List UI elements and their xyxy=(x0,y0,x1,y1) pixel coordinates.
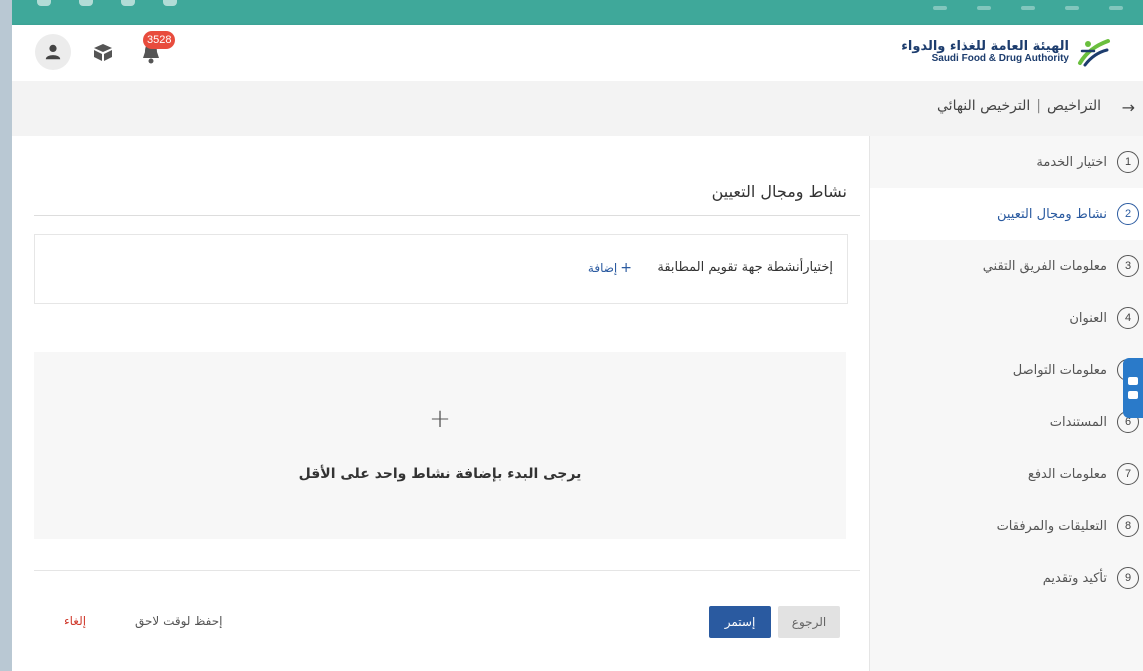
header: 3528 الهيئة العامة للغذاء والدواء Saudi … xyxy=(12,25,1143,82)
step-5[interactable]: 5 معلومات التواصل xyxy=(870,344,1143,396)
social-link-icon[interactable] xyxy=(79,0,93,6)
social-link-icon[interactable] xyxy=(37,0,51,6)
social-link-icon[interactable] xyxy=(121,0,135,6)
add-activity-button[interactable]: +إضافة xyxy=(588,260,632,276)
logo-arabic-text: الهيئة العامة للغذاء والدواء xyxy=(901,38,1069,54)
top-link[interactable] xyxy=(933,6,947,10)
divider xyxy=(34,570,860,571)
breadcrumb-bar: → التراخيص | الترخيص النهائي xyxy=(12,81,1143,137)
step-6[interactable]: 6 المستندات xyxy=(870,396,1143,448)
social-link-icon[interactable] xyxy=(163,0,177,6)
cancel-link[interactable]: إلغاء xyxy=(64,614,86,628)
empty-activities-panel[interactable]: + يرجى البدء بإضافة نشاط واحد على الأقل xyxy=(34,352,846,539)
accessibility-widget[interactable] xyxy=(1123,358,1143,418)
steps-sidebar: 1 اختيار الخدمة 2 نشاط ومجال التعيين 3 م… xyxy=(869,136,1143,671)
add-activity-label: إضافة xyxy=(587,261,618,275)
page: 3528 الهيئة العامة للغذاء والدواء Saudi … xyxy=(12,0,1143,671)
breadcrumb: التراخيص | الترخيص النهائي xyxy=(937,98,1101,114)
activity-label: إختيارأنشطة جهة تقويم المطابقة xyxy=(657,260,833,275)
activity-selector: إختيارأنشطة جهة تقويم المطابقة +إضافة xyxy=(34,234,848,304)
user-menu-button[interactable] xyxy=(35,34,71,70)
top-link[interactable] xyxy=(1109,6,1123,10)
top-link[interactable] xyxy=(1021,6,1035,10)
logo-english-text: Saudi Food & Drug Authority xyxy=(931,52,1069,64)
user-icon xyxy=(45,44,61,60)
step-2[interactable]: 2 نشاط ومجال التعيين xyxy=(870,188,1143,240)
section-title: نشاط ومجال التعيين xyxy=(711,182,847,201)
step-9[interactable]: 9 تأكيد وتقديم xyxy=(870,552,1143,604)
breadcrumb-item[interactable]: التراخيص xyxy=(1047,98,1101,114)
back-button[interactable]: الرجوع xyxy=(778,606,840,638)
sfda-logo[interactable]: الهيئة العامة للغذاء والدواء Saudi Food … xyxy=(901,37,1111,67)
accessibility-icon xyxy=(1128,377,1138,385)
save-later-link[interactable]: إحفظ لوقت لاحق xyxy=(135,614,223,628)
box-icon[interactable] xyxy=(92,42,114,62)
top-link[interactable] xyxy=(977,6,991,10)
main-content: نشاط ومجال التعيين إختيارأنشطة جهة تقويم… xyxy=(12,136,870,671)
back-arrow-icon[interactable]: → xyxy=(1122,98,1135,117)
empty-state-message: يرجى البدء بإضافة نشاط واحد على الأقل xyxy=(298,466,582,482)
step-4[interactable]: 4 العنوان xyxy=(870,292,1143,344)
cart-icon xyxy=(1128,391,1138,399)
step-7[interactable]: 7 معلومات الدفع xyxy=(870,448,1143,500)
plus-icon[interactable]: + xyxy=(34,404,846,434)
breadcrumb-separator: | xyxy=(1036,98,1041,114)
top-link[interactable] xyxy=(1065,6,1079,10)
divider xyxy=(34,215,860,216)
plus-icon: + xyxy=(620,260,632,276)
top-bar xyxy=(12,0,1143,25)
step-3[interactable]: 3 معلومات الفريق التقني xyxy=(870,240,1143,292)
notification-badge: 3528 xyxy=(143,31,176,49)
step-8[interactable]: 8 التعليقات والمرفقات xyxy=(870,500,1143,552)
step-1[interactable]: 1 اختيار الخدمة xyxy=(870,136,1143,188)
logo-icon xyxy=(1078,39,1110,67)
continue-button[interactable]: إستمر xyxy=(709,606,771,638)
breadcrumb-item: الترخيص النهائي xyxy=(937,98,1031,114)
